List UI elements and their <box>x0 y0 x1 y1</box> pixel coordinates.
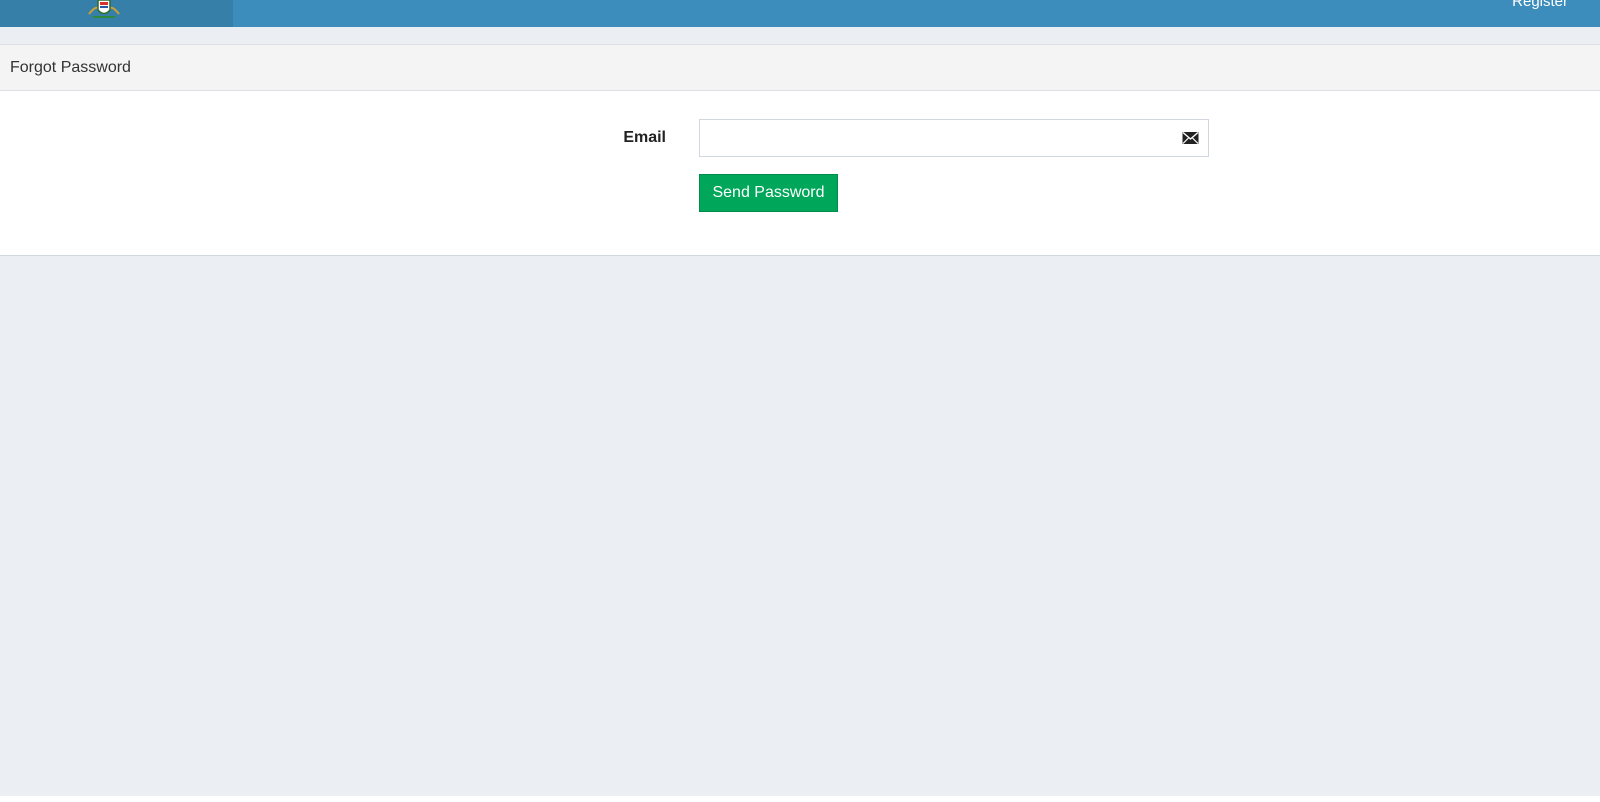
register-link[interactable]: Register <box>1512 0 1568 11</box>
email-field[interactable] <box>700 120 1208 156</box>
logo-area[interactable] <box>0 0 233 27</box>
email-input-wrapper <box>699 119 1209 157</box>
panel-heading: Forgot Password <box>0 45 1600 91</box>
page-bottom-edge <box>0 796 1600 802</box>
email-form-row: Email <box>0 119 1600 157</box>
envelope-icon <box>1182 131 1199 144</box>
top-navbar: Register <box>0 0 1600 27</box>
forgot-password-panel: Forgot Password Email Send Password <box>0 44 1600 256</box>
email-label: Email <box>623 129 666 146</box>
coat-of-arms-icon <box>88 0 120 18</box>
send-password-button[interactable]: Send Password <box>699 174 838 212</box>
page-title: Forgot Password <box>10 58 131 76</box>
